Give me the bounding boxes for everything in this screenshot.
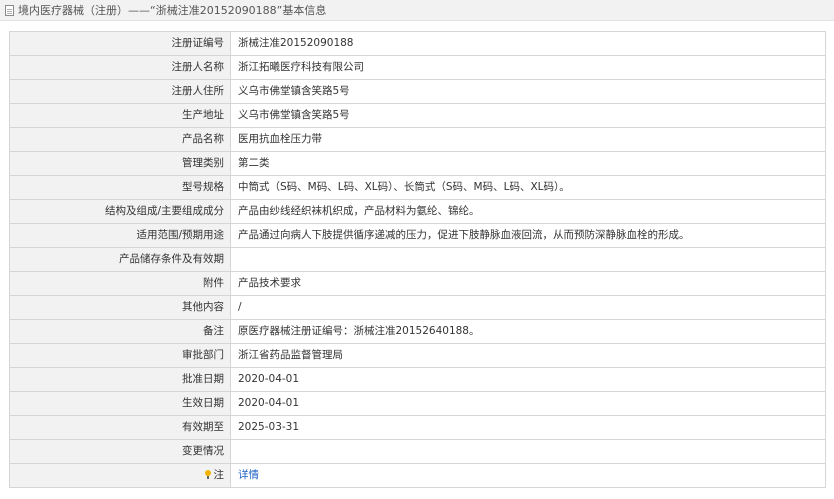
details-link[interactable]: 详情 (238, 469, 259, 481)
table-row-registration-number: 注册证编号 浙械注准20152090188 (10, 32, 826, 56)
row-label: 注册人住所 (10, 80, 231, 104)
row-value: 2025-03-31 (231, 416, 826, 440)
row-value: 2020-04-01 (231, 368, 826, 392)
row-label: 管理类别 (10, 152, 231, 176)
table-row-registrant-name: 注册人名称 浙江拓曦医疗科技有限公司 (10, 56, 826, 80)
row-label: 适用范围/预期用途 (10, 224, 231, 248)
table-row-valid-until: 有效期至 2025-03-31 (10, 416, 826, 440)
row-label: 生产地址 (10, 104, 231, 128)
row-label: 结构及组成/主要组成成分 (10, 200, 231, 224)
row-value (231, 248, 826, 272)
table-row-model-spec: 型号规格 中筒式（S码、M码、L码、XL码）、长筒式（S码、M码、L码、XL码）… (10, 176, 826, 200)
table-row-change-history: 变更情况 (10, 440, 826, 464)
row-value: 产品由纱线经织袜机织成，产品材料为氨纶、锦纶。 (231, 200, 826, 224)
row-value: 浙江省药品监督管理局 (231, 344, 826, 368)
row-label: 型号规格 (10, 176, 231, 200)
table-row-storage-validity: 产品储存条件及有效期 (10, 248, 826, 272)
row-value: 义乌市佛堂镇含笑路5号 (231, 104, 826, 128)
table-row-approval-date: 批准日期 2020-04-01 (10, 368, 826, 392)
row-value: / (231, 296, 826, 320)
row-value: 浙械注准20152090188 (231, 32, 826, 56)
table-row-intended-use: 适用范围/预期用途 产品通过向病人下肢提供循序递减的压力，促进下肢静脉血液回流，… (10, 224, 826, 248)
row-value: 浙江拓曦医疗科技有限公司 (231, 56, 826, 80)
row-label: 审批部门 (10, 344, 231, 368)
page-header: 境内医疗器械（注册）——“浙械注准20152090188”基本信息 (0, 0, 834, 21)
row-value: 医用抗血栓压力带 (231, 128, 826, 152)
document-icon (5, 4, 14, 16)
row-value: 原医疗器械注册证编号：浙械注准20152640188。 (231, 320, 826, 344)
row-value (231, 440, 826, 464)
row-value: 2020-04-01 (231, 392, 826, 416)
row-label: 备注 (10, 320, 231, 344)
row-label: 注册证编号 (10, 32, 231, 56)
note-label: 注 (213, 469, 225, 481)
table-row-registrant-address: 注册人住所 义乌市佛堂镇含笑路5号 (10, 80, 826, 104)
table-row-remarks: 备注 原医疗器械注册证编号：浙械注准20152640188。 (10, 320, 826, 344)
row-label: 其他内容 (10, 296, 231, 320)
row-value: 产品技术要求 (231, 272, 826, 296)
row-value: 义乌市佛堂镇含笑路5号 (231, 80, 826, 104)
row-label: 变更情况 (10, 440, 231, 464)
row-label: 产品储存条件及有效期 (10, 248, 231, 272)
info-table: 注册证编号 浙械注准20152090188 注册人名称 浙江拓曦医疗科技有限公司… (9, 31, 826, 488)
row-label: 产品名称 (10, 128, 231, 152)
table-row-approval-department: 审批部门 浙江省药品监督管理局 (10, 344, 826, 368)
row-value: 第二类 (231, 152, 826, 176)
row-label: 有效期至 (10, 416, 231, 440)
row-label: 注册人名称 (10, 56, 231, 80)
table-row-management-category: 管理类别 第二类 (10, 152, 826, 176)
row-label: 附件 (10, 272, 231, 296)
row-value: 产品通过向病人下肢提供循序递减的压力，促进下肢静脉血液回流，从而预防深静脉血栓的… (231, 224, 826, 248)
row-value: 中筒式（S码、M码、L码、XL码）、长筒式（S码、M码、L码、XL码）。 (231, 176, 826, 200)
note-label-cell: 注 (10, 464, 231, 488)
row-label: 批准日期 (10, 368, 231, 392)
table-row-production-address: 生产地址 义乌市佛堂镇含笑路5号 (10, 104, 826, 128)
lightbulb-icon (204, 470, 212, 479)
note-value-cell: 详情 (231, 464, 826, 488)
row-label: 生效日期 (10, 392, 231, 416)
page-title: 境内医疗器械（注册）——“浙械注准20152090188”基本信息 (18, 4, 327, 17)
table-row-attachment: 附件 产品技术要求 (10, 272, 826, 296)
table-row-structure-composition: 结构及组成/主要组成成分 产品由纱线经织袜机织成，产品材料为氨纶、锦纶。 (10, 200, 826, 224)
table-row-effective-date: 生效日期 2020-04-01 (10, 392, 826, 416)
table-row-note: 注 详情 (10, 464, 826, 488)
table-row-other-content: 其他内容 / (10, 296, 826, 320)
table-row-product-name: 产品名称 医用抗血栓压力带 (10, 128, 826, 152)
